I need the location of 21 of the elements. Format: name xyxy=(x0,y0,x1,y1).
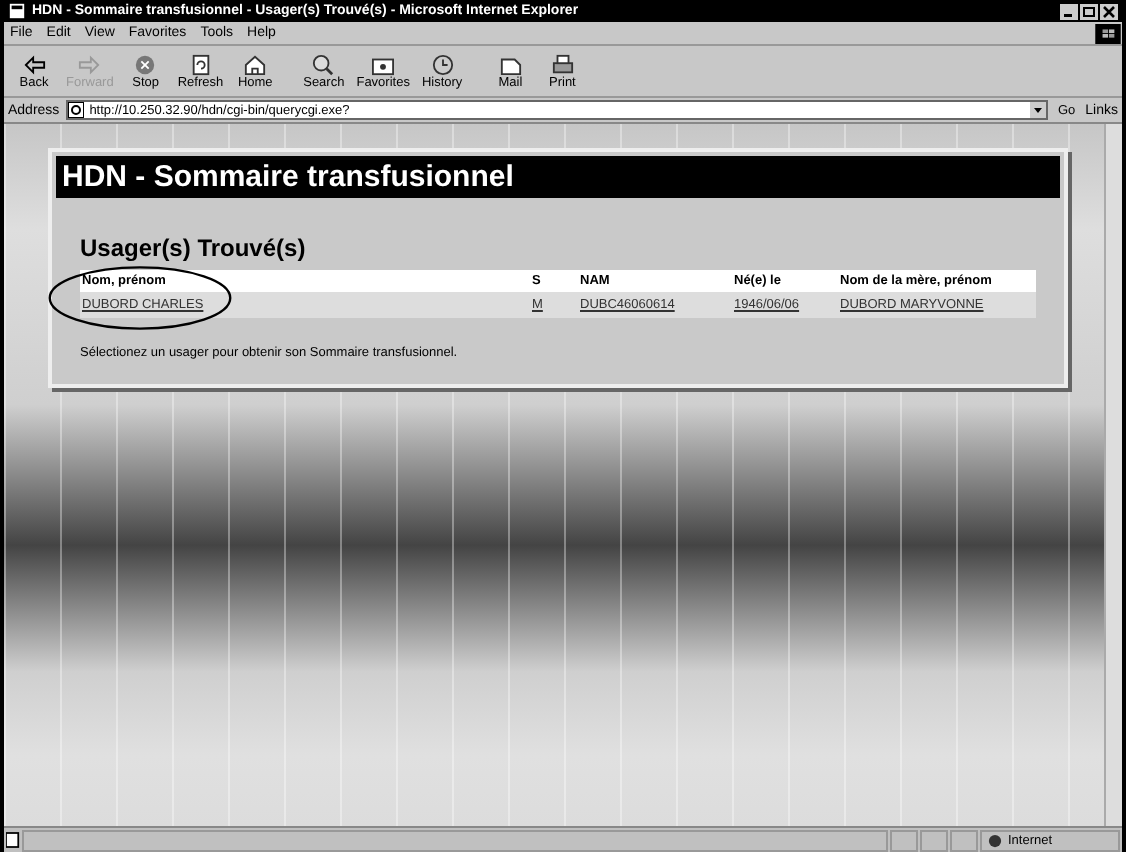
status-panel xyxy=(920,829,948,851)
refresh-icon xyxy=(187,53,214,75)
maximize-icon[interactable] xyxy=(1080,3,1098,19)
page-heading: Usager(s) Trouvé(s) xyxy=(80,234,308,262)
page-icon xyxy=(67,102,84,118)
globe-icon xyxy=(988,833,1002,847)
forward-icon xyxy=(76,53,103,75)
back-icon xyxy=(21,53,47,75)
stop-icon xyxy=(132,53,159,75)
minimize-icon[interactable] xyxy=(1060,3,1078,19)
home-icon xyxy=(242,53,269,75)
mail-icon xyxy=(497,53,524,75)
history-icon xyxy=(429,53,456,75)
close-icon[interactable] xyxy=(1100,3,1118,19)
status-panel xyxy=(950,829,978,851)
scroll-bar[interactable] xyxy=(1104,124,1122,826)
search-icon xyxy=(310,53,337,75)
dropdown-icon[interactable] xyxy=(1029,102,1046,118)
favorites-icon xyxy=(370,53,397,75)
print-icon xyxy=(549,53,576,75)
page-banner: HDN - Sommaire transfusionnel xyxy=(56,156,1060,198)
